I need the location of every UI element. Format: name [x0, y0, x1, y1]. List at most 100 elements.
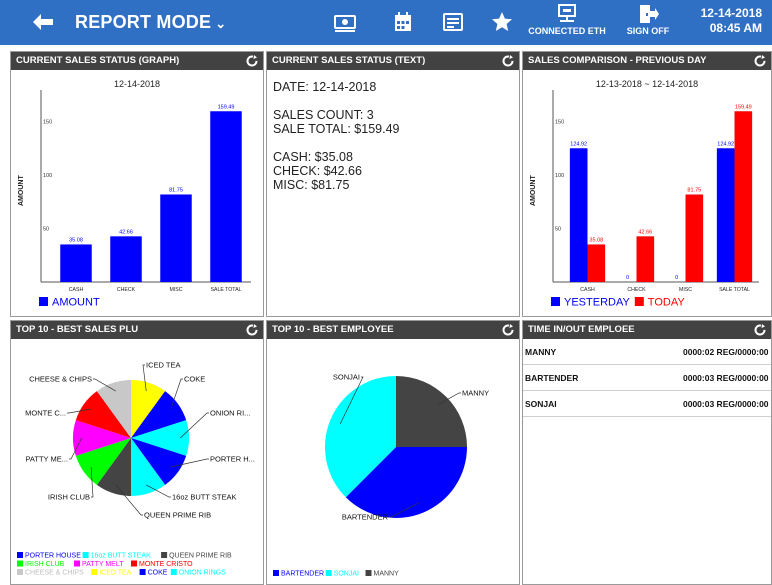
panel-sales-graph: CURRENT SALES STATUS (GRAPH) 12-14-2018 5…	[10, 51, 264, 317]
refresh-icon[interactable]	[753, 54, 767, 68]
pie-label: COKE	[184, 375, 205, 384]
refresh-icon[interactable]	[245, 54, 259, 68]
sales-date: DATE: 12-14-2018	[273, 80, 377, 94]
bar	[160, 194, 192, 282]
panel-sales-comparison: SALES COMPARISON - PREVIOUS DAY 12-13-20…	[522, 51, 772, 317]
legend-swatch	[161, 552, 168, 558]
legend-swatch	[91, 569, 98, 575]
legend-label: AMOUNT	[52, 297, 100, 309]
bar-value-label: 35.08	[589, 237, 603, 243]
plu-pie-chart: ICED TEA COKE ONION RI... PORTER H... 16oz B…	[17, 361, 255, 577]
employee-hours: 0000:03 REG/0000:00 OT	[683, 399, 771, 409]
pie-label: ICED TEA	[146, 361, 180, 370]
legend-swatch	[74, 560, 80, 567]
x-tick-label: CASH	[580, 287, 595, 293]
legend-swatch	[39, 297, 48, 306]
legend-label: MANNY	[374, 571, 400, 578]
chart-title: 12-13-2018 ~ 12-14-2018	[596, 79, 698, 89]
time-row[interactable]: SONJAI 0000:03 REG/0000:00 OT	[523, 391, 771, 417]
journal-icon[interactable]	[441, 10, 465, 34]
bar	[60, 244, 92, 282]
panel-title: CURRENT SALES STATUS (GRAPH)	[16, 55, 180, 66]
employee-name: MANNY	[525, 347, 557, 357]
bar-value-label: 81.75	[169, 187, 183, 193]
legend-label: YESTERDAY	[564, 297, 630, 309]
panel-header: TOP 10 - BEST EMPLOYEE	[267, 321, 519, 339]
legend-swatch	[170, 569, 177, 575]
comparison-bar-chart: 12-13-2018 ~ 12-14-2018 50 100 150 AMOUNT 124…	[530, 79, 759, 309]
x-tick-label: CHECK	[117, 287, 136, 293]
pie-label: CHEESE & CHIPS	[29, 375, 92, 384]
x-tick-label: MISC	[170, 287, 183, 293]
refresh-icon[interactable]	[753, 323, 767, 337]
sign-off-icon	[640, 5, 659, 23]
refresh-icon[interactable]	[245, 323, 259, 337]
legend-label: COKE	[148, 570, 168, 577]
x-tick-label: CHECK	[627, 287, 646, 293]
pie-label: MANNY	[462, 389, 489, 398]
panel-time-inout: TIME IN/OUT EMPLOEE MANNY 0000:02 REG/00…	[522, 320, 772, 585]
legend-swatch	[17, 560, 23, 567]
legend-swatch	[325, 570, 332, 576]
panel-title: CURRENT SALES STATUS (TEXT)	[272, 55, 426, 66]
bar	[569, 148, 588, 282]
pie-label: SONJAI	[333, 373, 360, 382]
calendar-icon[interactable]	[391, 10, 415, 34]
y-tick-label: 100	[555, 173, 564, 179]
sales-total: SALE TOTAL: $159.49	[273, 122, 400, 136]
cash-amount: CASH: $35.08	[273, 150, 353, 164]
bar-value-label: 0	[675, 275, 678, 281]
y-tick-label: 150	[43, 119, 52, 125]
pie-label: ONION RI...	[210, 409, 250, 418]
bar	[587, 244, 606, 282]
legend-label: SONJAI	[334, 571, 359, 578]
legend-label: PORTER HOUSE	[25, 553, 81, 560]
bar-value-label: 124.92	[570, 141, 587, 147]
report-mode-dropdown[interactable]: REPORT MODE ⌄	[75, 12, 226, 33]
legend-label: ONION RINGS	[179, 570, 226, 577]
panel-title: TIME IN/OUT EMPLOEE	[528, 324, 635, 335]
panel-top-employee: TOP 10 - BEST EMPLOYEE MANNY BARTENDER SON…	[266, 320, 520, 585]
star-icon[interactable]	[490, 10, 514, 34]
panel-header: TIME IN/OUT EMPLOEE	[523, 321, 771, 339]
panel-title: TOP 10 - BEST SALES PLU	[16, 324, 139, 335]
y-tick-label: 150	[555, 119, 564, 125]
legend-label: QUEEN PRIME RIB	[169, 553, 232, 560]
legend-swatch	[365, 570, 372, 576]
legend-swatch	[634, 297, 644, 306]
panel-top-plu: TOP 10 - BEST SALES PLU ICED TEA COKE ONIO…	[10, 320, 264, 585]
legend-swatch	[17, 552, 23, 558]
legend-label: CHEESE & CHIPS	[25, 570, 84, 577]
refresh-icon[interactable]	[501, 54, 515, 68]
legend-swatch	[139, 569, 146, 575]
x-tick-label: SALE TOTAL	[211, 287, 242, 293]
chevron-down-icon: ⌄	[215, 16, 227, 31]
sign-off-button[interactable]: SIGN OFF	[608, 3, 688, 43]
pie-label: PORTER H...	[210, 455, 255, 464]
legend-label: 16oz BUTT STEAK	[91, 553, 152, 560]
y-tick-label: 100	[43, 173, 52, 179]
time-row[interactable]: BARTENDER 0000:03 REG/0000:00 OT	[523, 365, 771, 391]
connected-eth-button[interactable]: CONNECTED ETH	[527, 3, 607, 43]
chart-title: 12-14-2018	[114, 79, 160, 89]
clock: 12-14-2018 08:45 AM	[701, 6, 762, 36]
y-tick-label: 50	[555, 226, 561, 232]
pie-label: 16oz BUTT STEAK	[172, 493, 236, 502]
panel-title: SALES COMPARISON - PREVIOUS DAY	[528, 55, 707, 66]
bar-value-label: 35.08	[69, 237, 83, 243]
pie-label: BARTENDER	[342, 513, 389, 522]
refresh-icon[interactable]	[501, 323, 515, 337]
cash-icon[interactable]	[333, 10, 357, 34]
panel-header: SALES COMPARISON - PREVIOUS DAY	[523, 52, 771, 70]
back-arrow-icon[interactable]	[30, 10, 56, 34]
employee-name: SONJAI	[525, 399, 557, 409]
time-row[interactable]: MANNY 0000:02 REG/0000:00 OT	[523, 339, 771, 365]
legend-label: IRISH CLUB	[25, 561, 65, 568]
legend-swatch	[82, 552, 89, 558]
employee-name: BARTENDER	[525, 373, 579, 383]
bar	[685, 194, 704, 282]
panel-header: CURRENT SALES STATUS (TEXT)	[267, 52, 519, 70]
pie-label: PATTY ME...	[25, 455, 68, 464]
employee-pie-chart: MANNY BARTENDER SONJAI BARTENDER SONJAI MANNY	[273, 373, 489, 578]
legend-label: MONTE CRISTO	[139, 561, 193, 568]
